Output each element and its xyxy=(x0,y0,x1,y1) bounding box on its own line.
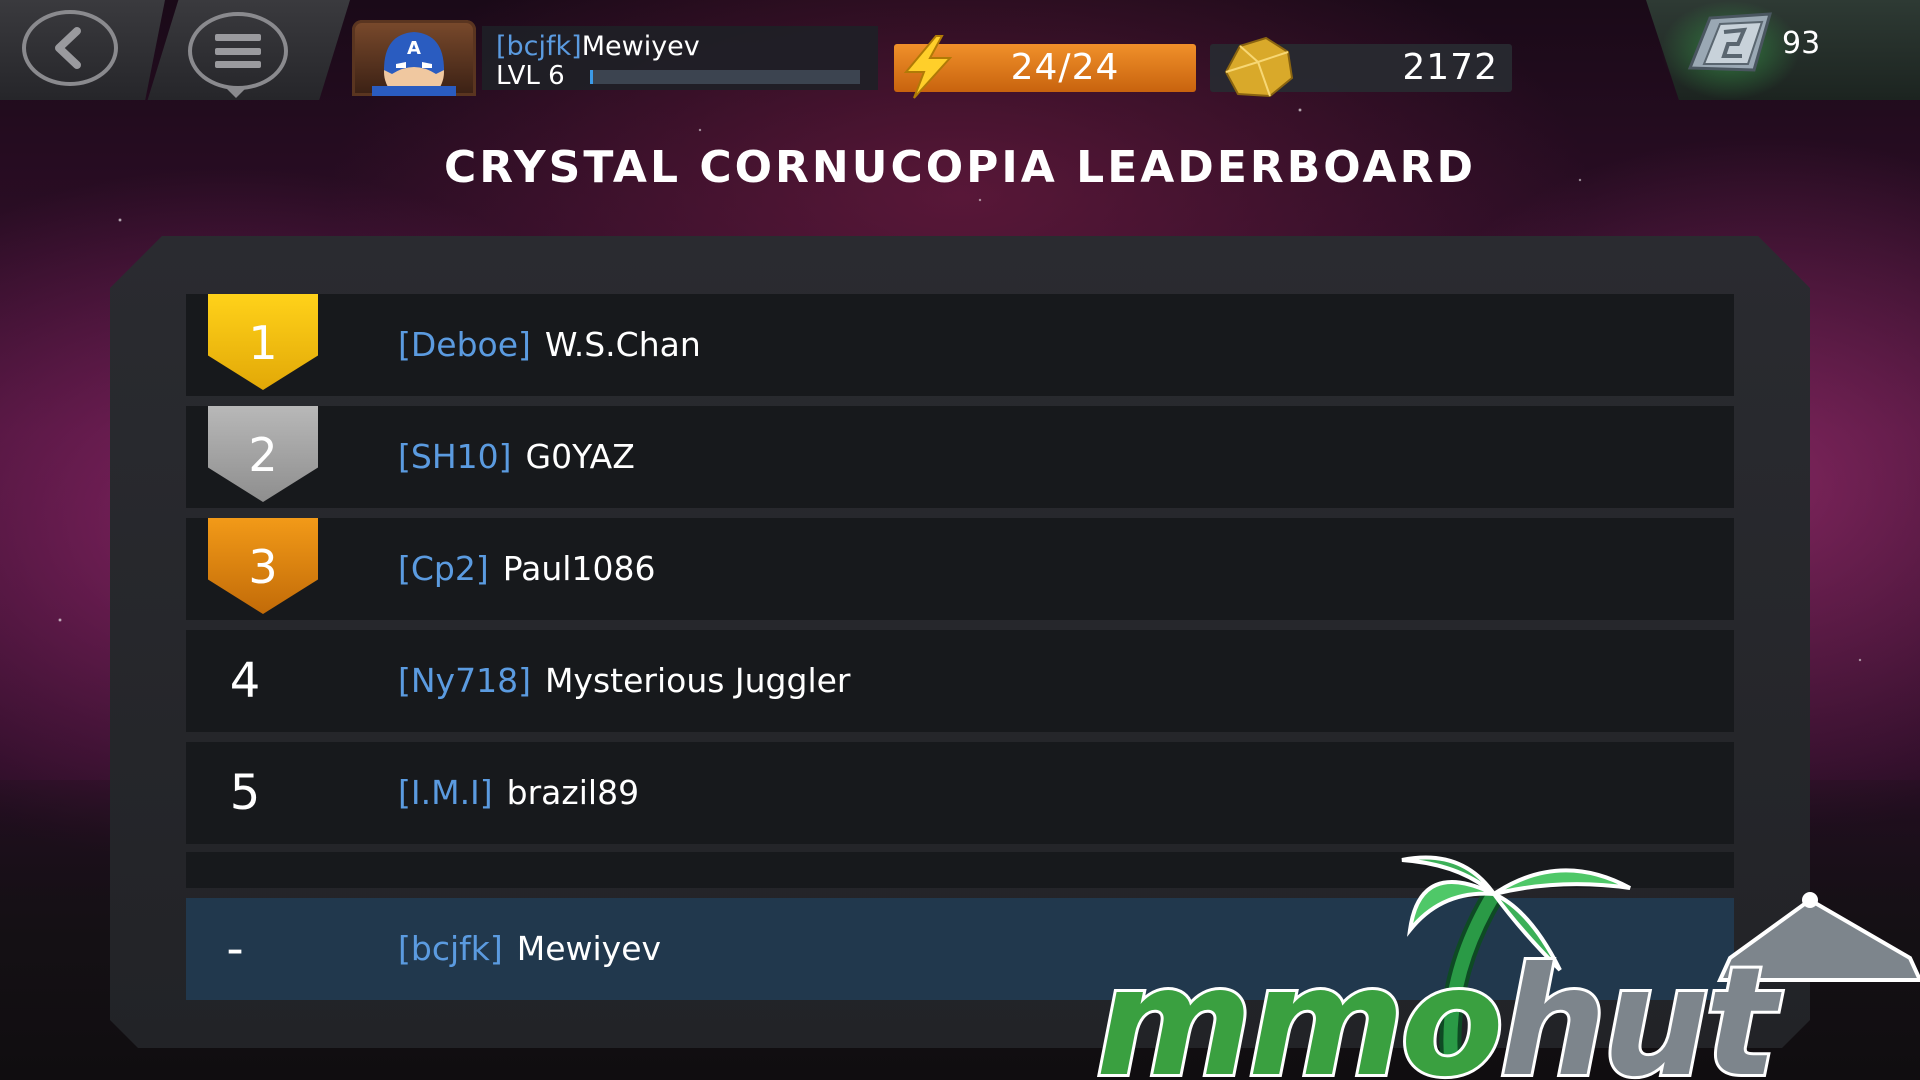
leaderboard-row-1[interactable]: 1 [Deboe] W.S.Chan xyxy=(186,294,1734,396)
menu-caret-icon xyxy=(226,88,246,98)
xp-progress-bar xyxy=(590,70,860,84)
player-level: LVL 6 xyxy=(496,61,565,91)
rank-number: 1 xyxy=(248,316,278,370)
row-player: [bcjfk] Mewiyev xyxy=(398,898,661,1000)
leaderboard-row-5[interactable]: 5 [I.M.I] brazil89 xyxy=(186,742,1734,844)
lightning-icon xyxy=(903,35,953,99)
row-player: [Ny718] Mysterious Juggler xyxy=(398,630,851,732)
units-icon xyxy=(1687,12,1773,72)
player-info: [bcjfk]Mewiyev LVL 6 xyxy=(482,26,878,90)
top-bar: A [bcjfk]Mewiyev LVL 6 24/24 2172 93 xyxy=(0,0,1920,100)
player-name: Mewiyev xyxy=(581,31,700,62)
row-player: [Cp2] Paul1086 xyxy=(398,518,655,620)
gold-nugget-icon xyxy=(1224,36,1294,98)
player-name-row: [bcjfk]Mewiyev xyxy=(496,32,700,62)
player-name: Mysterious Juggler xyxy=(544,661,851,700)
rank-number: 3 xyxy=(248,540,278,594)
alliance-tag: [Deboe] xyxy=(398,325,531,364)
gold-value: 2172 xyxy=(1402,47,1498,88)
menu-icon xyxy=(188,12,288,90)
leaderboard-row-3[interactable]: 3 [Cp2] Paul1086 xyxy=(186,518,1734,620)
rank-number: 5 xyxy=(229,765,261,821)
silver-rank-badge: 2 xyxy=(208,406,318,502)
alliance-tag: [I.M.I] xyxy=(398,773,493,812)
units-value: 93 xyxy=(1782,26,1821,61)
row-player: [SH10] G0YAZ xyxy=(398,406,635,508)
captain-america-avatar: A xyxy=(372,32,456,96)
row-player: [Deboe] W.S.Chan xyxy=(398,294,701,396)
player-name: brazil89 xyxy=(506,773,640,812)
svg-text:A: A xyxy=(407,38,421,59)
xp-progress-fill xyxy=(590,70,593,84)
rank-number: 2 xyxy=(248,428,278,482)
player-name: Paul1086 xyxy=(502,549,656,588)
alliance-tag: [Ny718] xyxy=(398,661,531,700)
player-name: Mewiyev xyxy=(516,929,662,968)
leaderboard-row-2[interactable]: 2 [SH10] G0YAZ xyxy=(186,406,1734,508)
back-button[interactable] xyxy=(0,0,165,100)
watermark-text: mmohut xyxy=(1096,936,1782,1080)
bronze-rank-badge: 3 xyxy=(208,518,318,614)
page-title: CRYSTAL CORNUCOPIA LEADERBOARD xyxy=(444,142,1476,193)
player-name: G0YAZ xyxy=(525,437,635,476)
rank-number: - xyxy=(226,921,244,977)
alliance-tag: [bcjfk] xyxy=(398,929,503,968)
player-profile[interactable]: A [bcjfk]Mewiyev LVL 6 xyxy=(352,20,878,96)
player-alliance-tag: [bcjfk] xyxy=(496,31,582,62)
mmohut-watermark-logo: mmohut xyxy=(1093,855,1920,1080)
alliance-tag: [Cp2] xyxy=(398,549,489,588)
menu-button[interactable] xyxy=(147,0,350,100)
player-name: W.S.Chan xyxy=(544,325,701,364)
gold-rank-badge: 1 xyxy=(208,294,318,390)
back-arrow-icon xyxy=(22,10,118,86)
alliance-tag: [SH10] xyxy=(398,437,512,476)
leaderboard-row-4[interactable]: 4 [Ny718] Mysterious Juggler xyxy=(186,630,1734,732)
avatar: A xyxy=(352,20,476,96)
row-player: [I.M.I] brazil89 xyxy=(398,742,639,844)
rank-number: 4 xyxy=(229,653,261,709)
